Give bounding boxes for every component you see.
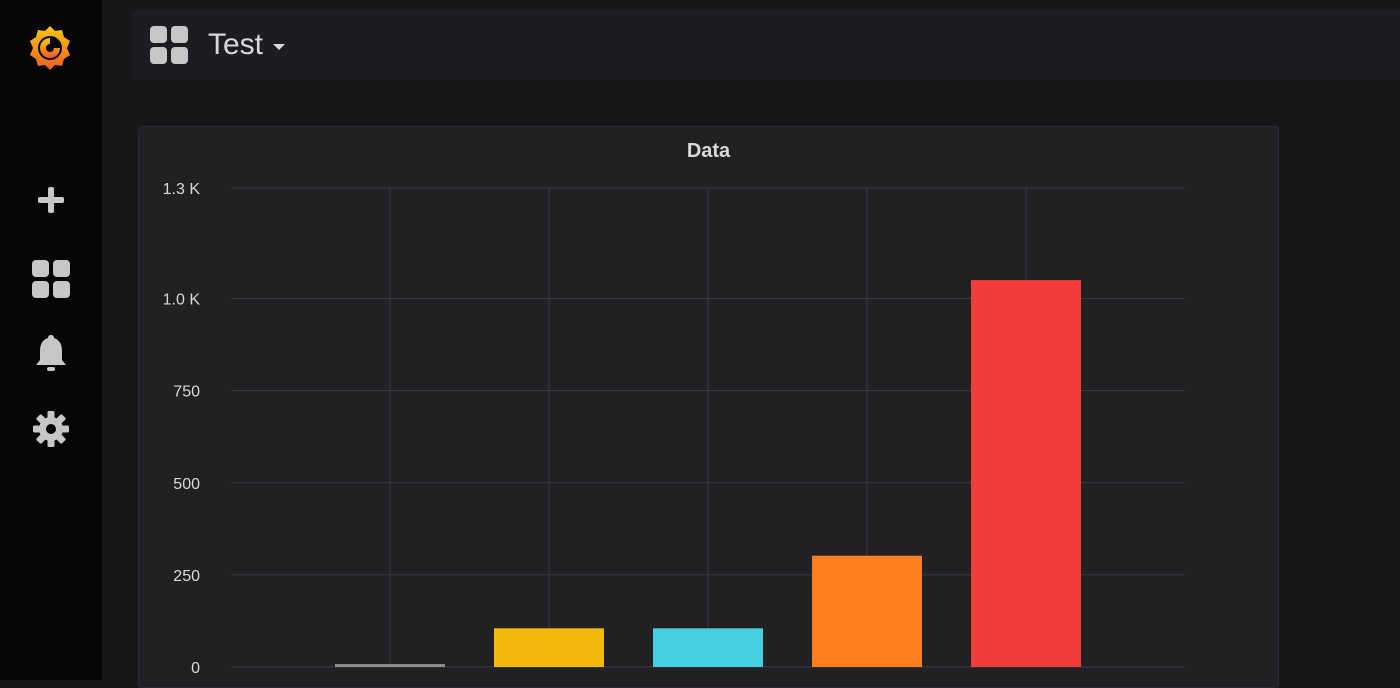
bell-icon[interactable] xyxy=(31,333,71,373)
bar-chart: 0 250 500 750 1.0 K 1.3 K xyxy=(163,181,1185,677)
y-tick-label: 750 xyxy=(173,384,200,401)
dashboard-grid-icon[interactable] xyxy=(150,26,188,64)
y-tick-label: 1.0 K xyxy=(163,292,201,309)
chart-bar[interactable] xyxy=(494,628,604,667)
dashboard-title-picker[interactable]: Test xyxy=(208,26,286,64)
y-tick-label: 500 xyxy=(173,476,200,493)
main-area: Test Data 0 250 500 750 1.0 K 1.3 K xyxy=(102,0,1400,688)
chart-bar[interactable] xyxy=(971,280,1081,667)
graph-panel[interactable]: Data 0 250 500 750 1.0 K 1.3 K xyxy=(138,126,1279,688)
dashboards-icon[interactable] xyxy=(31,259,71,299)
dashboard-title: Test xyxy=(208,28,264,61)
chevron-down-icon xyxy=(273,44,286,50)
sidebar xyxy=(0,0,102,680)
gear-icon[interactable] xyxy=(31,409,71,449)
y-tick-label: 1.3 K xyxy=(163,181,201,198)
plus-icon[interactable] xyxy=(31,180,71,220)
grafana-logo-icon[interactable] xyxy=(24,22,76,74)
chart-bar[interactable] xyxy=(812,555,922,667)
dashboard-navbar: Test xyxy=(132,10,1400,80)
y-tick-label: 0 xyxy=(191,660,200,677)
chart-bar[interactable] xyxy=(653,628,763,667)
chart-bar[interactable] xyxy=(335,664,445,667)
y-tick-label: 250 xyxy=(173,568,200,585)
